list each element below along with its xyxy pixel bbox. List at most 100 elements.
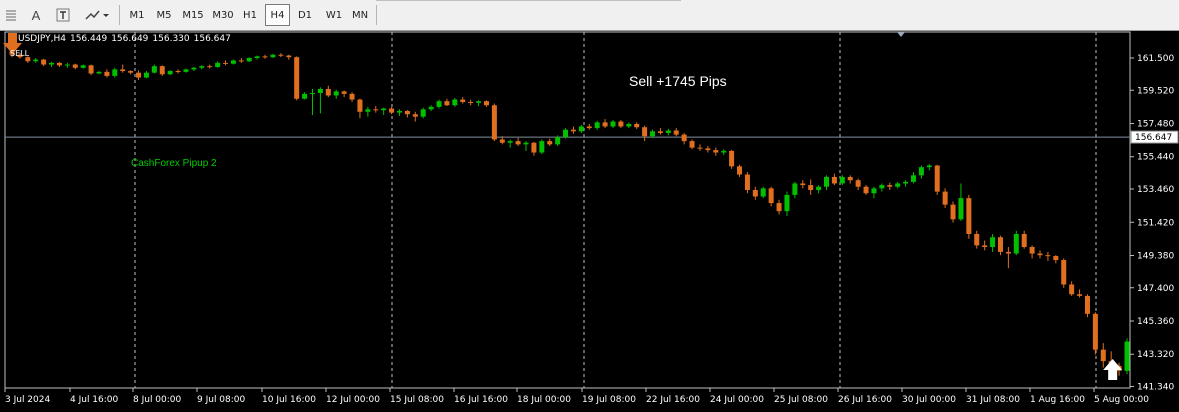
candle-body (468, 101, 474, 103)
shapes-menu-icon[interactable] (82, 4, 112, 26)
x-tick-label: 1 Aug 16:00 (1030, 395, 1085, 405)
candle-body (729, 150, 735, 167)
candle-body (460, 99, 466, 102)
ohlc-open: 156.449 (69, 34, 108, 44)
text-label-icon[interactable] (54, 4, 72, 26)
candle-body (1005, 251, 1011, 254)
candle-body (697, 147, 703, 149)
tf-m1[interactable]: M1 (124, 4, 150, 26)
x-tick-label: 22 Jul 16:00 (646, 395, 700, 405)
candle-body (1092, 313, 1098, 350)
buy-arrow-icon (1103, 359, 1123, 380)
tf-m30[interactable]: M30 (209, 4, 237, 26)
x-tick-label: 24 Jul 00:00 (710, 395, 764, 405)
candle-body (887, 185, 893, 187)
candle-body (784, 194, 790, 212)
candle-body (792, 183, 798, 195)
tf-m15[interactable]: M15 (178, 4, 208, 26)
x-tick-label: 5 Aug 00:00 (1094, 395, 1149, 405)
y-tick-label: 151.420 (1137, 218, 1174, 228)
candle-body (491, 105, 497, 140)
candle-body (547, 141, 553, 145)
candle-body (895, 183, 901, 187)
y-tick-label: 141.340 (1137, 383, 1174, 393)
y-tick-label: 161.500 (1137, 54, 1174, 64)
candle-body (80, 65, 86, 68)
candle-body (341, 91, 347, 94)
candle-body (531, 142, 537, 153)
shift-marker-icon (897, 32, 905, 37)
candle-body (689, 141, 695, 148)
candle-body (863, 186, 869, 194)
candle-body (317, 88, 323, 94)
candle-body (1069, 284, 1075, 295)
candle-body (183, 69, 189, 72)
candle-body (1029, 247, 1035, 254)
current-price-value: 156.647 (1135, 133, 1172, 143)
tf-w1[interactable]: W1 (321, 4, 347, 26)
candle-body (207, 66, 213, 68)
x-tick-label: 31 Jul 08:00 (966, 395, 1020, 405)
x-tick-label: 12 Jul 00:00 (326, 395, 380, 405)
ohlc-low: 156.330 (152, 34, 190, 44)
tf-h4[interactable]: H4 (265, 4, 290, 26)
toolbar-top-border (376, 0, 681, 1)
candle-body (942, 191, 948, 205)
tf-h1[interactable]: H1 (238, 4, 262, 26)
candle-body (974, 233, 980, 246)
x-tick-label: 15 Jul 08:00 (390, 395, 444, 405)
toolbar-separator (119, 5, 120, 25)
price-chart[interactable]: 3 Jul 2024 4 Jul 16:00 8 Jul 00:00 9 Jul 08… (0, 31, 1179, 412)
candle-body (389, 108, 395, 113)
candle-body (483, 101, 489, 106)
candle-body (768, 188, 774, 204)
candle-body (982, 245, 988, 248)
crosshair-icon[interactable] (2, 4, 20, 26)
candle-body (452, 99, 458, 106)
candle-body (515, 141, 521, 145)
candle-body (1077, 294, 1083, 296)
chart-toolbar: A M1 M5 M15 M30 H1 H4 D1 W1 MN (0, 0, 1179, 31)
tf-d1[interactable]: D1 (293, 4, 317, 26)
candle-body (618, 121, 624, 127)
chart-header: USDJPY,H4 156.449 156.649 156.330 156.647 (18, 34, 235, 44)
candle-body (215, 62, 221, 67)
candle-body (594, 122, 600, 129)
sell-marker-label: SELL (10, 49, 30, 58)
candle-body (294, 57, 300, 99)
tf-m5[interactable]: M5 (151, 4, 177, 26)
candle-body (570, 129, 576, 132)
candle-body (665, 130, 671, 133)
candle-body (910, 175, 916, 182)
candle-body (444, 101, 450, 106)
candle-body (1061, 260, 1067, 285)
candle-body (238, 60, 244, 62)
ohlc-close: 156.647 (193, 34, 231, 44)
candle-body (563, 129, 569, 138)
candle-body (420, 109, 426, 117)
y-tick-label: 145.360 (1137, 317, 1174, 327)
text-a-icon[interactable]: A (28, 4, 44, 26)
candle-body (681, 134, 687, 142)
tf-mn[interactable]: MN (347, 4, 373, 26)
indicator-label: CashForex Pipup 2 (131, 158, 217, 169)
candle-body (357, 99, 363, 112)
candle-body (966, 198, 972, 234)
x-tick-label: 3 Jul 2024 (5, 395, 50, 405)
candle-body (990, 237, 996, 248)
candle-body (800, 183, 806, 186)
candle-body (539, 141, 545, 153)
candle-body (72, 64, 78, 68)
candle-body (634, 123, 640, 128)
candle-body (199, 66, 205, 68)
candlestick-chart[interactable]: 3 Jul 2024 4 Jul 16:00 8 Jul 00:00 9 Jul 08… (0, 31, 1179, 412)
candle-body (650, 131, 656, 137)
candle-body (776, 203, 782, 212)
candle-body (365, 109, 371, 112)
candle-body (64, 64, 70, 66)
candle-body (918, 167, 924, 176)
candle-body (167, 71, 173, 75)
candle-body (159, 66, 165, 75)
candle-body (705, 148, 711, 151)
candle-body (412, 114, 418, 117)
